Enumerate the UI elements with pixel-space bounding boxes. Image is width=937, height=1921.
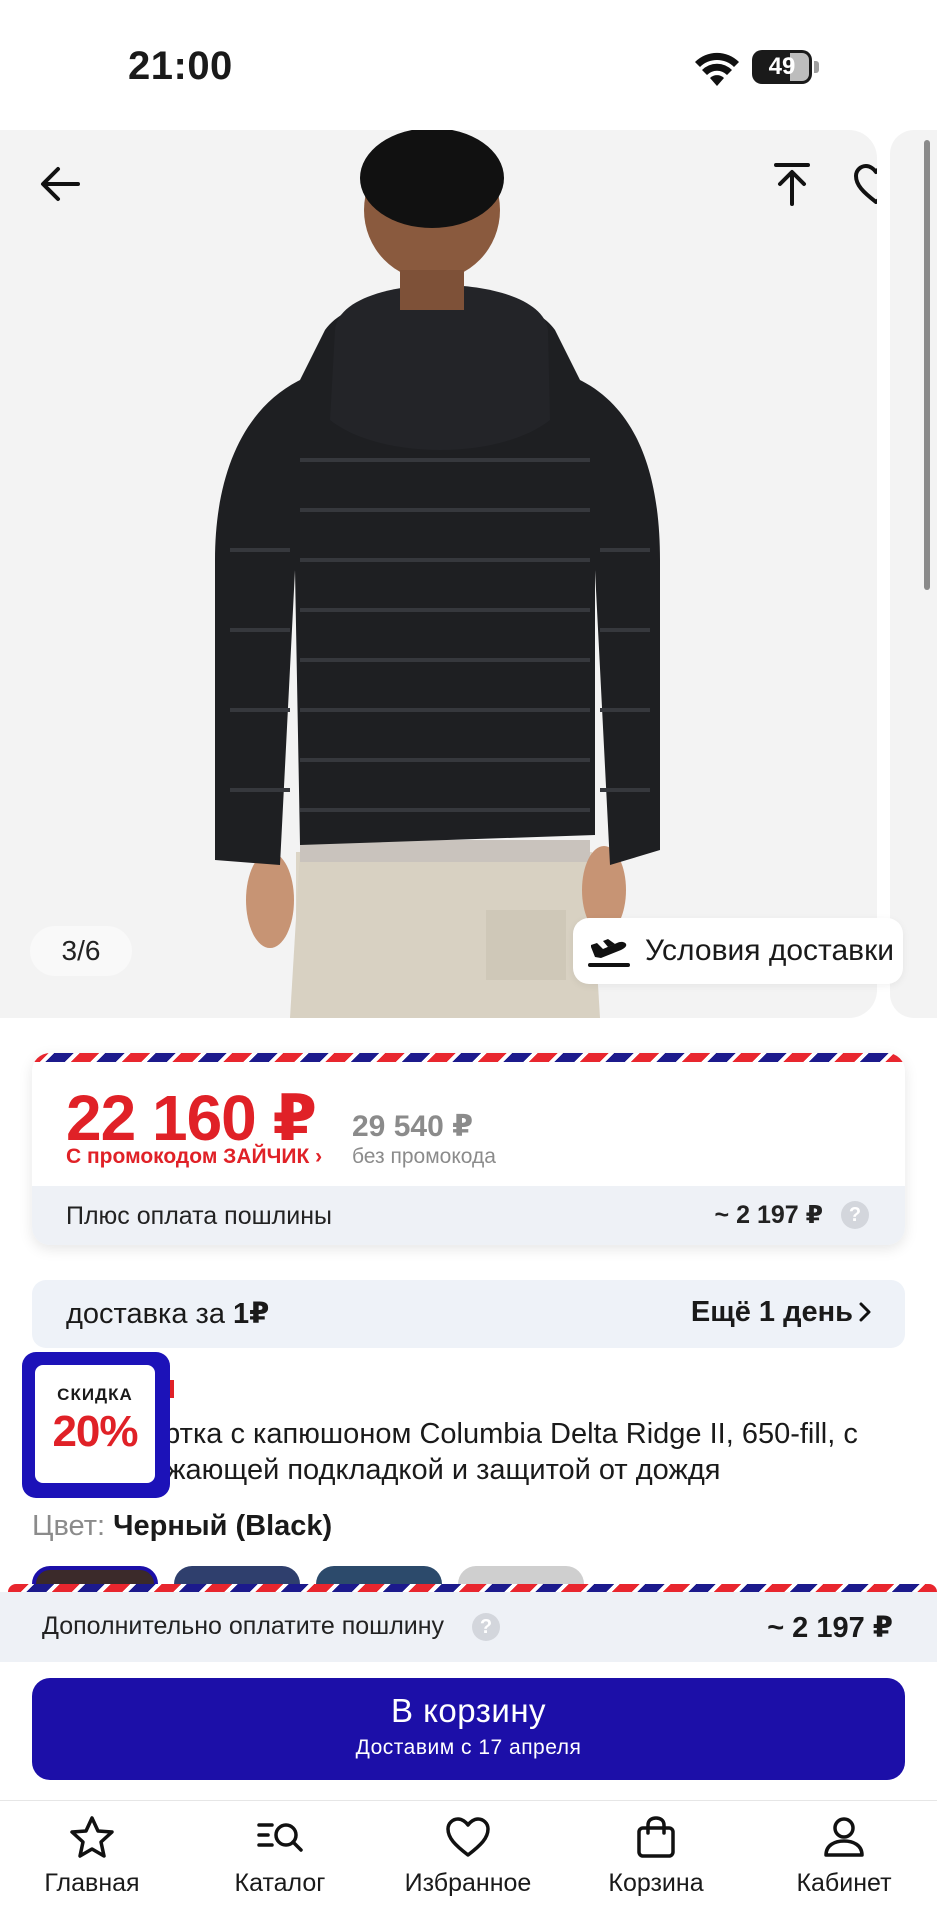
image-counter: 3/6 xyxy=(30,926,132,976)
chevron-right-icon xyxy=(859,1302,871,1322)
sheet-duty-row: Дополнительно оплатите пошлину ? ~ 2 197… xyxy=(0,1592,937,1662)
nav-label-account: Кабинет xyxy=(796,1869,892,1897)
battery-level: 49 xyxy=(768,53,796,80)
add-to-cart-button[interactable]: В корзину Доставим с 17 апреля xyxy=(32,1678,905,1780)
nav-favorites[interactable]: Избранное xyxy=(388,1815,548,1898)
bag-icon xyxy=(637,1816,675,1858)
price-card: 22 160 ₽ С промокодом ЗАЙЧИК › 29 540 ₽ … xyxy=(32,1053,905,1245)
sheet-stripe xyxy=(8,1584,937,1592)
delivery-price-text: доставка за 1₽ xyxy=(66,1296,269,1331)
star-icon xyxy=(70,1816,114,1858)
product-image-gallery[interactable] xyxy=(0,130,877,1018)
sheet-duty-value: ~ 2 197 ₽ xyxy=(767,1612,893,1644)
nav-home[interactable]: Главная xyxy=(12,1815,172,1898)
discount-badge[interactable]: СКИДКА 20% xyxy=(22,1352,170,1498)
color-line: Цвет: Черный (Black) xyxy=(32,1510,332,1543)
help-icon[interactable]: ? xyxy=(472,1613,500,1641)
bottom-navigation: Главная Каталог Избранное Корзина Кабине… xyxy=(0,1800,937,1921)
nav-label-catalog: Каталог xyxy=(234,1869,326,1897)
wifi-icon xyxy=(695,52,739,86)
sheet-duty-label: Дополнительно оплатите пошлину xyxy=(42,1612,445,1640)
nav-account[interactable]: Кабинет xyxy=(764,1815,924,1898)
battery-indicator: 49 xyxy=(752,50,820,84)
favorite-button[interactable] xyxy=(846,154,877,214)
old-price-label: без промокода xyxy=(352,1145,496,1168)
delivery-options-row[interactable]: доставка за 1₽ Ещё 1 день xyxy=(32,1280,905,1348)
delivery-terms-label: Условия доставки xyxy=(645,934,894,967)
discount-label: СКИДКА xyxy=(57,1385,133,1404)
back-button[interactable] xyxy=(30,154,90,214)
user-icon xyxy=(824,1817,864,1857)
arrow-left-icon xyxy=(41,167,80,201)
airplane-icon xyxy=(588,939,630,967)
add-to-cart-label: В корзину xyxy=(390,1692,547,1729)
help-icon[interactable]: ? xyxy=(841,1201,869,1229)
discount-value: 20% xyxy=(52,1407,138,1456)
duty-value: ~ 2 197 ₽ xyxy=(714,1201,823,1229)
delivery-date-label: Доставим с 17 апреля xyxy=(355,1736,582,1759)
nav-label-cart: Корзина xyxy=(608,1869,704,1897)
delivery-terms-button[interactable]: Условия доставки xyxy=(573,918,903,984)
scroll-indicator xyxy=(924,140,930,590)
catalog-search-icon xyxy=(257,1823,303,1852)
nav-label-favorites: Избранное xyxy=(404,1869,532,1897)
nav-catalog[interactable]: Каталог xyxy=(200,1815,360,1898)
heart-icon xyxy=(854,164,877,204)
color-label: Цвет: xyxy=(32,1510,114,1542)
delivery-text: доставка за xyxy=(66,1298,234,1330)
delivery-more-days: Ещё 1 день xyxy=(690,1296,853,1328)
promo-stripe xyxy=(32,1053,905,1062)
nav-cart[interactable]: Корзина xyxy=(576,1815,736,1898)
color-value: Черный (Black) xyxy=(113,1510,333,1542)
delivery-amount: 1₽ xyxy=(233,1298,270,1330)
old-price: 29 540 ₽ xyxy=(352,1110,473,1143)
product-photo xyxy=(215,130,660,1018)
bottom-action-sheet: Дополнительно оплатите пошлину ? ~ 2 197… xyxy=(0,1584,937,1800)
promo-code-link[interactable]: С промокодом ЗАЙЧИК › xyxy=(66,1145,322,1169)
duty-label: Плюс оплата пошлины xyxy=(66,1202,332,1230)
status-time: 21:00 xyxy=(128,44,233,88)
product-title: уртка с капюшоном Columbia Delta Ridge I… xyxy=(150,1418,858,1486)
share-button[interactable] xyxy=(762,154,822,214)
upload-icon xyxy=(774,163,810,206)
nav-label-home: Главная xyxy=(44,1869,140,1897)
heart-icon xyxy=(446,1817,490,1857)
duty-row: Плюс оплата пошлины ~ 2 197 ₽ ? xyxy=(32,1186,905,1245)
